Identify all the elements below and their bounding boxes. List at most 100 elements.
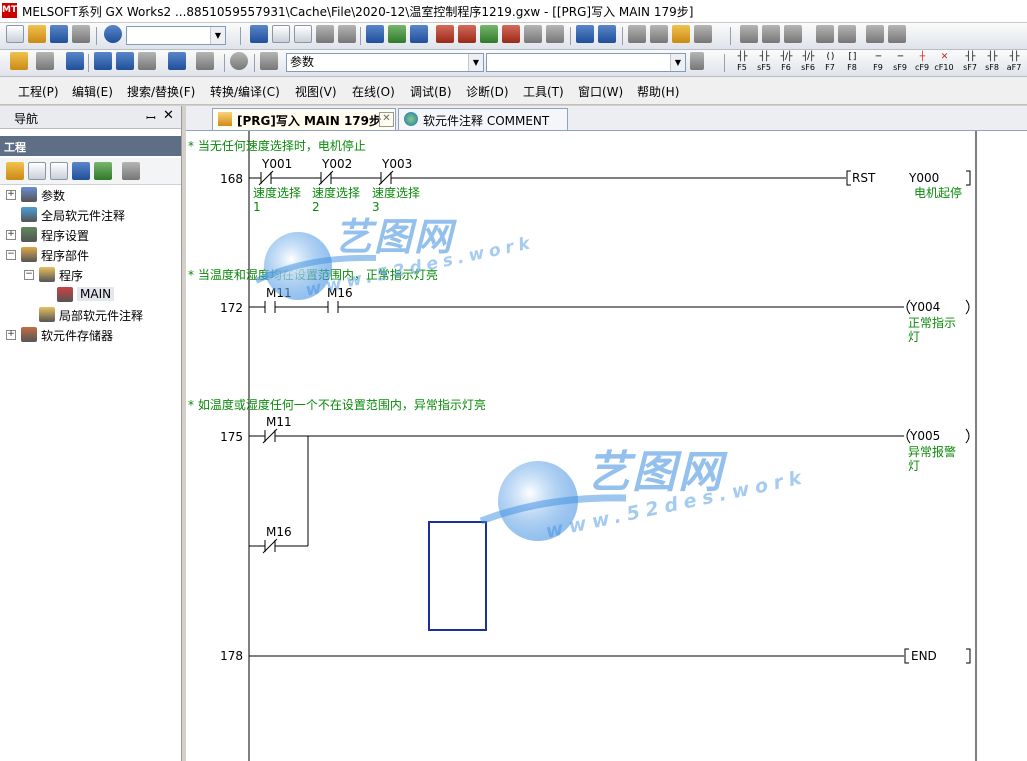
- fkey-button-11[interactable]: ┤├ sF8: [982, 53, 1002, 73]
- question-icon[interactable]: [230, 52, 248, 70]
- open-folder-icon[interactable]: [28, 25, 46, 43]
- tree-item-program[interactable]: − 程序: [0, 266, 181, 284]
- contact-device[interactable]: Y003: [382, 157, 412, 171]
- remote-op-icon[interactable]: [502, 25, 520, 43]
- fkey-button-7[interactable]: ─ sF9: [890, 53, 910, 73]
- fkey-button-8[interactable]: ┼ cF9: [912, 53, 932, 73]
- tree-item-global-comment[interactable]: 全局软元件注释: [0, 206, 181, 224]
- fkey-button-4[interactable]: ( ) F7: [820, 53, 840, 73]
- menu-item-2[interactable]: 搜索/替换(F): [127, 83, 195, 100]
- module-icon[interactable]: [36, 52, 54, 70]
- verify-icon[interactable]: [480, 25, 498, 43]
- output-device[interactable]: Y004: [910, 300, 940, 314]
- ladder-edit-7-icon[interactable]: [888, 25, 906, 43]
- fkey-button-3[interactable]: ┤/├ sF6: [798, 53, 818, 73]
- device-dev-icon[interactable]: [366, 25, 384, 43]
- new-file-icon[interactable]: [6, 25, 24, 43]
- ladder-edit-6-icon[interactable]: [866, 25, 884, 43]
- buffer-icon[interactable]: [546, 25, 564, 43]
- undo-icon[interactable]: [316, 25, 334, 43]
- print-icon[interactable]: [72, 25, 90, 43]
- sort-icon[interactable]: [122, 162, 140, 180]
- menu-item-5[interactable]: 在线(O): [352, 83, 395, 100]
- menu-item-8[interactable]: 工具(T): [523, 83, 564, 100]
- refresh-icon[interactable]: [94, 162, 112, 180]
- menu-item-7[interactable]: 诊断(D): [466, 83, 509, 100]
- binoculars-icon[interactable]: [260, 52, 278, 70]
- help-icon[interactable]: [104, 25, 122, 43]
- tree-item-program-settings[interactable]: + 程序设置: [0, 226, 181, 244]
- contact-device[interactable]: Y001: [262, 157, 292, 171]
- ladder-canvas[interactable]: * 当无任何速度选择时，电机停止 168 Y001 Y002 Y003 速度选择…: [186, 131, 1027, 761]
- bookmark-icon[interactable]: [628, 25, 646, 43]
- fkey-button-1[interactable]: ┤├ sF5: [754, 53, 774, 73]
- contact-device[interactable]: Y002: [322, 157, 352, 171]
- contact-device[interactable]: M16: [266, 525, 292, 539]
- redo-icon[interactable]: [338, 25, 356, 43]
- toolbar-combo-1[interactable]: ▼: [126, 26, 226, 45]
- output-device[interactable]: Y000: [909, 171, 939, 185]
- ladder-edit-4-icon[interactable]: [816, 25, 834, 43]
- menu-item-4[interactable]: 视图(V): [295, 83, 337, 100]
- pin-icon[interactable]: ꟷ: [146, 109, 156, 126]
- menu-item-1[interactable]: 编辑(E): [72, 83, 113, 100]
- end-instruction[interactable]: END: [911, 649, 937, 663]
- expand-icon[interactable]: +: [6, 330, 16, 340]
- save-icon[interactable]: [50, 25, 68, 43]
- expand-icon[interactable]: +: [6, 190, 16, 200]
- collapse-icon[interactable]: −: [24, 270, 34, 280]
- page-icon[interactable]: [690, 52, 704, 70]
- jump-icon[interactable]: [650, 25, 668, 43]
- fkey-button-2[interactable]: ┤/├ F6: [776, 53, 796, 73]
- tab-prg-main[interactable]: [PRG]写入 MAIN 179步 ✕: [212, 108, 396, 130]
- diagnosis-icon[interactable]: [524, 25, 542, 43]
- tab-close-icon[interactable]: ✕: [379, 112, 394, 127]
- device-list-icon[interactable]: [410, 25, 428, 43]
- key-icon[interactable]: [196, 52, 214, 70]
- cross-ref-icon[interactable]: [672, 25, 690, 43]
- cut-icon[interactable]: [250, 25, 268, 43]
- write-plc-icon[interactable]: [436, 25, 454, 43]
- window-icon[interactable]: [694, 25, 712, 43]
- close-icon[interactable]: ✕: [163, 108, 174, 123]
- copy-icon[interactable]: [272, 25, 290, 43]
- project-view-icon[interactable]: [10, 52, 28, 70]
- contact-device[interactable]: M16: [327, 286, 353, 300]
- output-device[interactable]: Y005: [910, 429, 940, 443]
- menu-item-3[interactable]: 转换/编译(C): [210, 83, 280, 100]
- dev-search-icon[interactable]: [576, 25, 594, 43]
- dev-replace-icon[interactable]: [598, 25, 616, 43]
- tree-item-params[interactable]: + 参数: [0, 186, 181, 204]
- monitor-icon[interactable]: [388, 25, 406, 43]
- fkey-button-9[interactable]: ✕ cF10: [934, 53, 954, 73]
- fkey-button-5[interactable]: [ ] F8: [842, 53, 862, 73]
- fkey-button-10[interactable]: ┤├ sF7: [960, 53, 980, 73]
- ladder-edit-1-icon[interactable]: [740, 25, 758, 43]
- tree-item-main[interactable]: MAIN: [0, 286, 181, 304]
- paste-data-icon[interactable]: [50, 162, 68, 180]
- contact-device[interactable]: M11: [266, 286, 292, 300]
- list-icon[interactable]: [66, 52, 84, 70]
- contact-device[interactable]: M11: [266, 415, 292, 429]
- search-target-combo[interactable]: ▼: [486, 53, 686, 72]
- menu-item-0[interactable]: 工程(P): [18, 83, 59, 100]
- menu-item-10[interactable]: 帮助(H): [637, 83, 679, 100]
- read-plc-icon[interactable]: [458, 25, 476, 43]
- menu-item-6[interactable]: 调试(B): [410, 83, 452, 100]
- fkey-button-0[interactable]: ┤├ F5: [732, 53, 752, 73]
- ladder-edit-3-icon[interactable]: [784, 25, 802, 43]
- menu-item-9[interactable]: 窗口(W): [578, 83, 623, 100]
- copy-data-icon[interactable]: [28, 162, 46, 180]
- ladder-cursor[interactable]: [428, 521, 487, 631]
- tree-item-local-comment[interactable]: 局部软元件注释: [0, 306, 181, 324]
- ladder-edit-5-icon[interactable]: [838, 25, 856, 43]
- fkey-button-12[interactable]: ┤├ aF7: [1004, 53, 1024, 73]
- tree-item-program-parts[interactable]: − 程序部件: [0, 246, 181, 264]
- dev-batch-icon[interactable]: [94, 52, 112, 70]
- paste-icon[interactable]: [294, 25, 312, 43]
- instruction[interactable]: RST: [852, 171, 875, 185]
- property-icon[interactable]: [72, 162, 90, 180]
- search-combo[interactable]: 参数 ▼: [286, 53, 484, 72]
- watch-icon[interactable]: [168, 52, 186, 70]
- tab-device-comment[interactable]: 软元件注释 COMMENT: [398, 108, 568, 130]
